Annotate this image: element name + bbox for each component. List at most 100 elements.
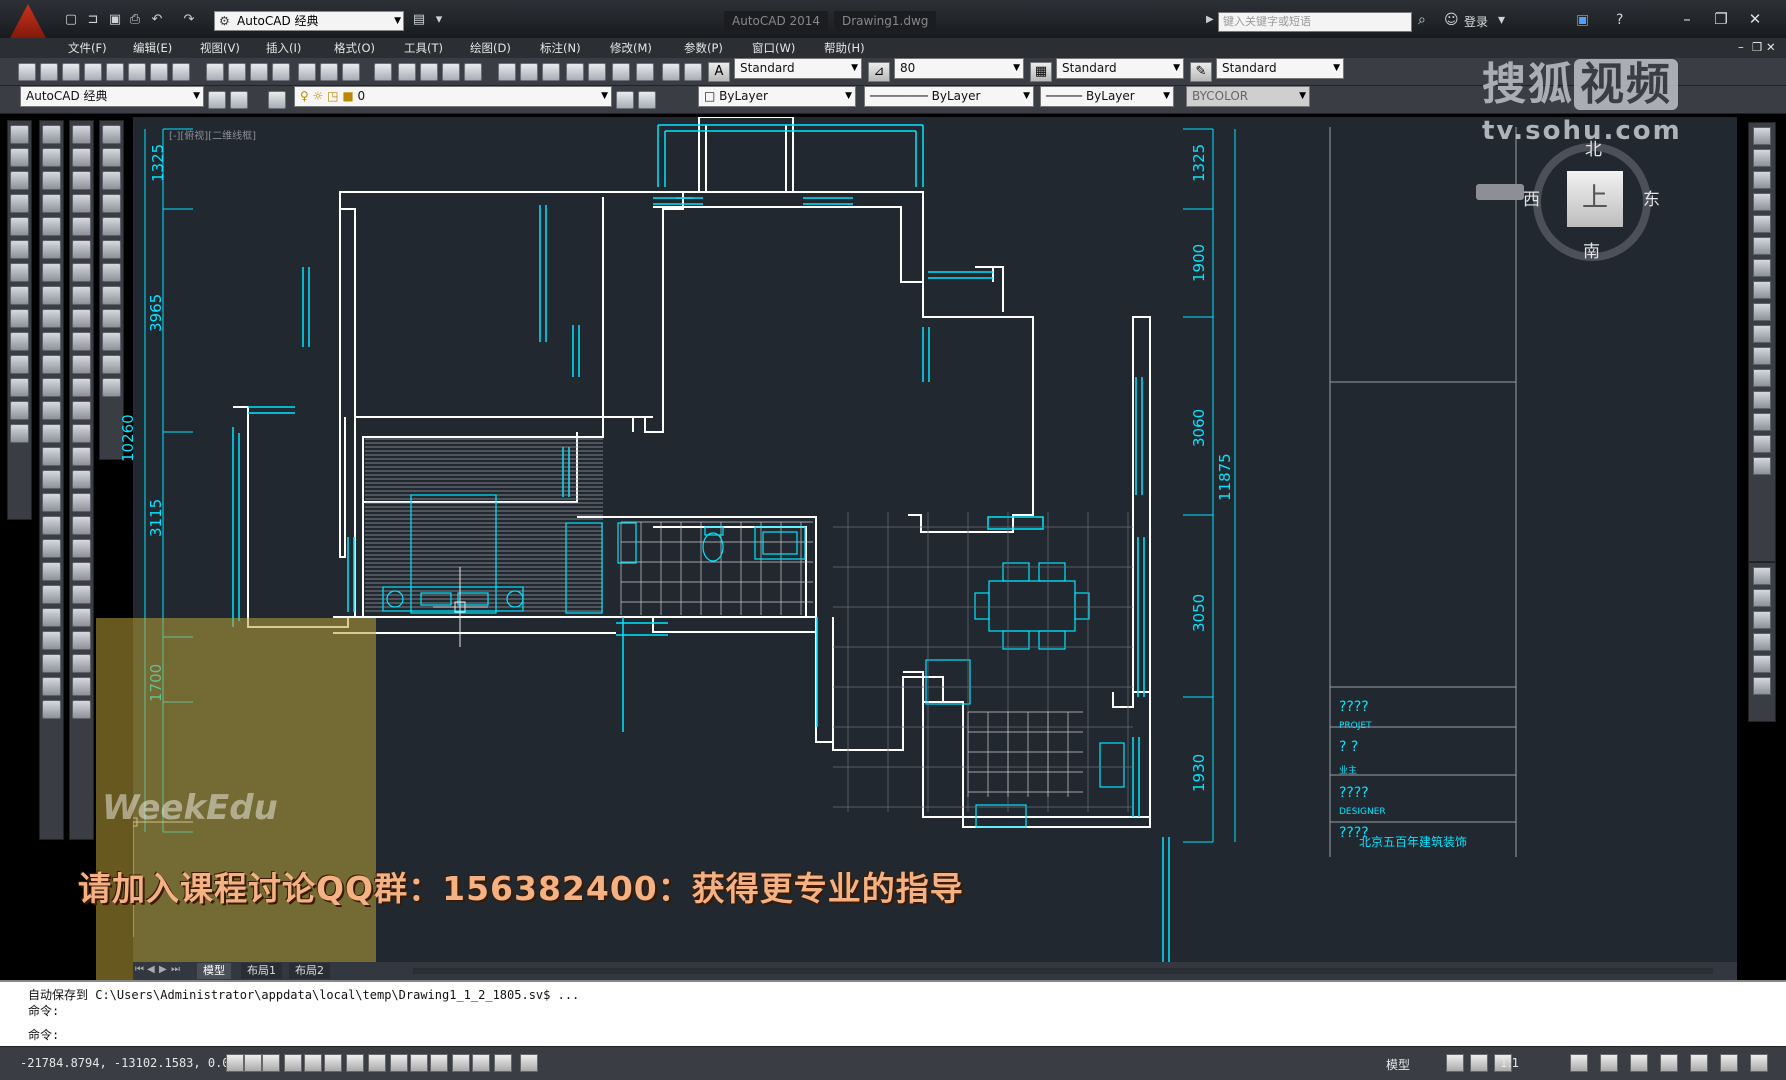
status-toggle-8-icon[interactable]	[368, 1054, 386, 1072]
command-line[interactable]: 自动保存到 C:\Users\Administrator\appdata\loc…	[0, 980, 1786, 1046]
palette-2-tool-20-icon[interactable]	[42, 562, 61, 581]
first-tab-icon[interactable]: ⏮	[135, 964, 144, 975]
redo-icon[interactable]: ↷	[180, 12, 198, 28]
viewcube-east[interactable]: 东	[1643, 185, 1660, 210]
tab-model[interactable]: 模型	[197, 963, 231, 979]
palette-2-tool-1-icon[interactable]	[42, 125, 61, 144]
right-palette2-tool-1-icon[interactable]	[1753, 567, 1771, 585]
palette-1-tool-7-icon[interactable]	[10, 263, 29, 282]
text-style-icon[interactable]: A	[708, 62, 730, 82]
toolbar-tool-17-icon[interactable]	[398, 63, 416, 81]
palette-4-tool-7-icon[interactable]	[102, 263, 121, 282]
right-palette2-tool-2-icon[interactable]	[1753, 589, 1771, 607]
last-tab-icon[interactable]: ⏭	[171, 964, 180, 975]
palette-3-tool-22-icon[interactable]	[72, 608, 91, 627]
palette-2-tool-3-icon[interactable]	[42, 171, 61, 190]
status-tool-5-icon[interactable]	[1600, 1054, 1618, 1072]
menu-help[interactable]: 帮助(H)	[824, 40, 865, 56]
palette-3-tool-14-icon[interactable]	[72, 424, 91, 443]
palette-2-tool-17-icon[interactable]	[42, 493, 61, 512]
status-toggle-15-icon[interactable]	[520, 1054, 538, 1072]
palette-1-tool-11-icon[interactable]	[10, 355, 29, 374]
linetype-select[interactable]: ──────── ByLayer ▼	[864, 86, 1034, 107]
palette-1-tool-13-icon[interactable]	[10, 401, 29, 420]
toolbar-tool-12-icon[interactable]	[272, 63, 290, 81]
palette-3-tool-17-icon[interactable]	[72, 493, 91, 512]
palette-1-tool-10-icon[interactable]	[10, 332, 29, 351]
toolbar-tool-1-icon[interactable]	[18, 63, 36, 81]
palette-1-tool-12-icon[interactable]	[10, 378, 29, 397]
palette-1-tool-9-icon[interactable]	[10, 309, 29, 328]
palette-2-tool-26-icon[interactable]	[42, 700, 61, 719]
wcs-menu[interactable]	[1476, 184, 1524, 200]
palette-2-tool-4-icon[interactable]	[42, 194, 61, 213]
right-palette-tool-6-icon[interactable]	[1753, 237, 1771, 255]
right-palette-tool-5-icon[interactable]	[1753, 215, 1771, 233]
palette-2-tool-18-icon[interactable]	[42, 516, 61, 535]
binoculars-icon[interactable]: ⌕	[1418, 12, 1426, 28]
status-toggle-3-icon[interactable]	[262, 1054, 280, 1072]
doc-minimize-icon[interactable]: –	[1738, 40, 1744, 54]
doc-close-icon[interactable]: ✕	[1766, 40, 1776, 54]
palette-2-tool-13-icon[interactable]	[42, 401, 61, 420]
palette-3-tool-12-icon[interactable]	[72, 378, 91, 397]
close-button[interactable]: ✕	[1740, 8, 1770, 30]
palette-3-tool-8-icon[interactable]	[72, 286, 91, 305]
search-input[interactable]: 键入关键字或短语	[1218, 12, 1412, 32]
toolbar-tool-14-icon[interactable]	[320, 63, 338, 81]
palette-1-tool-14-icon[interactable]	[10, 424, 29, 443]
menu-window[interactable]: 窗口(W)	[752, 40, 795, 56]
workspace-select[interactable]: ⚙ AutoCAD 经典 ▼	[214, 11, 404, 31]
right-palette-tool-13-icon[interactable]	[1753, 391, 1771, 409]
menu-insert[interactable]: 插入(I)	[266, 40, 301, 56]
palette-4-tool-10-icon[interactable]	[102, 332, 121, 351]
restore-button[interactable]: ❐	[1706, 8, 1736, 30]
viewcube-west[interactable]: 西	[1523, 185, 1540, 210]
palette-3-tool-3-icon[interactable]	[72, 171, 91, 190]
toolbar-tool-2-icon[interactable]	[40, 63, 58, 81]
palette-4-tool-12-icon[interactable]	[102, 378, 121, 397]
text-style-select[interactable]: Standard ▼	[734, 58, 862, 79]
toolbar-tool-22-icon[interactable]	[520, 63, 538, 81]
menu-format[interactable]: 格式(O)	[334, 40, 375, 56]
right-palette2-tool-4-icon[interactable]	[1753, 633, 1771, 651]
palette-2-tool-21-icon[interactable]	[42, 585, 61, 604]
palette-4-tool-11-icon[interactable]	[102, 355, 121, 374]
palette-3-tool-9-icon[interactable]	[72, 309, 91, 328]
palette-3-tool-7-icon[interactable]	[72, 263, 91, 282]
status-toggle-2-icon[interactable]	[244, 1054, 262, 1072]
layer-previous-icon[interactable]	[616, 91, 634, 109]
palette-3-tool-24-icon[interactable]	[72, 654, 91, 673]
annotation-scale[interactable]: 1:1	[1500, 1056, 1519, 1070]
palette-3-tool-18-icon[interactable]	[72, 516, 91, 535]
undo-icon[interactable]: ↶	[148, 12, 166, 28]
palette-2-tool-22-icon[interactable]	[42, 608, 61, 627]
viewcube-south[interactable]: 南	[1583, 237, 1600, 262]
palette-3-tool-19-icon[interactable]	[72, 539, 91, 558]
toolbar-tool-26-icon[interactable]	[612, 63, 630, 81]
right-palette-tool-12-icon[interactable]	[1753, 369, 1771, 387]
new-file-icon[interactable]: ▢	[62, 12, 80, 28]
next-tab-icon[interactable]: ▶	[159, 964, 167, 975]
help-icon[interactable]: ?	[1616, 12, 1623, 28]
login-link[interactable]: 登录	[1464, 13, 1488, 30]
status-toggle-14-icon[interactable]	[494, 1054, 512, 1072]
save-file-icon[interactable]: ▣	[106, 12, 124, 28]
status-tool-10-icon[interactable]	[1750, 1054, 1768, 1072]
menu-file[interactable]: 文件(F)	[68, 40, 107, 56]
layer-select[interactable]: ♀ ☼ ◳ ■ 0 ▼	[294, 86, 612, 107]
exchange-icon[interactable]: ▣	[1576, 12, 1589, 28]
palette-1-tool-8-icon[interactable]	[10, 286, 29, 305]
right-palette-tool-11-icon[interactable]	[1753, 347, 1771, 365]
status-toggle-1-icon[interactable]	[226, 1054, 244, 1072]
palette-3-tool-5-icon[interactable]	[72, 217, 91, 236]
palette-1-tool-5-icon[interactable]	[10, 217, 29, 236]
workspace-toolbar-select[interactable]: AutoCAD 经典 ▼	[20, 86, 204, 107]
status-toggle-4-icon[interactable]	[284, 1054, 302, 1072]
toolbar-tool-5-icon[interactable]	[106, 63, 124, 81]
palette-3-tool-15-icon[interactable]	[72, 447, 91, 466]
palette-3-tool-10-icon[interactable]	[72, 332, 91, 351]
toolbar-tool-25-icon[interactable]	[588, 63, 606, 81]
lineweight-select[interactable]: ───── ByLayer ▼	[1040, 86, 1174, 107]
chevron-down-icon[interactable]: ▾	[1498, 12, 1505, 28]
